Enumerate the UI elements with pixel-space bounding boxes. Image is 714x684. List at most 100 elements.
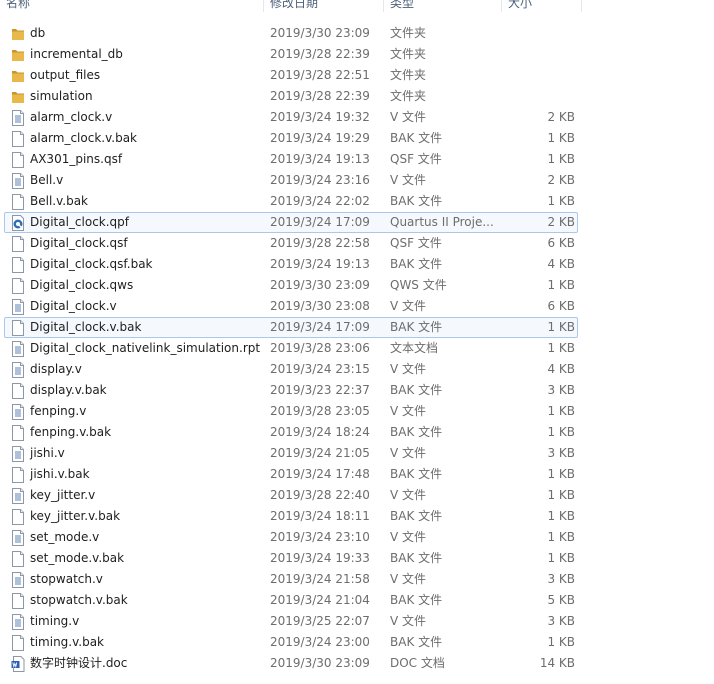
file-type: 文本文档 — [390, 341, 439, 355]
file-row[interactable]: alarm_clock.v 2019/3/24 19:32 V 文件 2 KB — [4, 107, 578, 128]
file-type: V 文件 — [390, 572, 427, 586]
file-size — [499, 66, 575, 85]
file-date-modified: 2019/3/28 22:39 — [270, 89, 370, 103]
text-file-icon — [11, 404, 25, 420]
column-header-date-modified[interactable]: 修改日期 — [264, 0, 384, 12]
blank-file-icon — [11, 194, 25, 210]
file-name: Bell.v — [30, 173, 64, 187]
file-row[interactable]: display.v 2019/3/24 23:15 V 文件 4 KB — [4, 359, 578, 380]
file-row[interactable]: db 2019/3/30 23:09 文件夹 — [4, 23, 578, 44]
file-row[interactable]: key_jitter.v 2019/3/28 22:40 V 文件 1 KB — [4, 485, 578, 506]
file-type: Quartus II Proje... — [390, 215, 494, 229]
file-row[interactable]: display.v.bak 2019/3/23 22:37 BAK 文件 3 KB — [4, 380, 578, 401]
file-size: 1 KB — [547, 152, 575, 166]
file-row[interactable]: jishi.v 2019/3/24 21:05 V 文件 3 KB — [4, 443, 578, 464]
file-size: 1 KB — [547, 320, 575, 334]
file-size: 6 KB — [547, 236, 575, 250]
blank-file-icon — [11, 131, 25, 147]
file-type: V 文件 — [390, 614, 427, 628]
file-name: key_jitter.v.bak — [30, 509, 121, 523]
file-row[interactable]: stopwatch.v.bak 2019/3/24 21:04 BAK 文件 5 KB — [4, 590, 578, 611]
file-type: 文件夹 — [390, 68, 427, 82]
file-size: 5 KB — [547, 593, 575, 607]
file-size: 14 KB — [539, 656, 575, 670]
folder-icon — [11, 26, 25, 42]
file-size: 3 KB — [547, 446, 575, 460]
file-name: Digital_clock.v.bak — [30, 320, 142, 334]
file-date-modified: 2019/3/24 18:11 — [270, 509, 370, 523]
file-row[interactable]: key_jitter.v.bak 2019/3/24 18:11 BAK 文件 1 K… — [4, 506, 578, 527]
file-row[interactable]: Digital_clock.v 2019/3/30 23:08 V 文件 6 KB — [4, 296, 578, 317]
file-row[interactable]: stopwatch.v 2019/3/24 21:58 V 文件 3 KB — [4, 569, 578, 590]
file-date-modified: 2019/3/24 17:09 — [270, 320, 370, 334]
file-size: 1 KB — [547, 341, 575, 355]
file-row[interactable]: Digital_clock.qsf.bak 2019/3/24 19:13 BAK … — [4, 254, 578, 275]
file-type: BAK 文件 — [390, 320, 443, 334]
file-type: BAK 文件 — [390, 257, 443, 271]
file-type: BAK 文件 — [390, 194, 443, 208]
file-row[interactable]: fenping.v 2019/3/28 23:05 V 文件 1 KB — [4, 401, 578, 422]
file-date-modified: 2019/3/23 22:37 — [270, 383, 370, 397]
file-type: V 文件 — [390, 488, 427, 502]
file-date-modified: 2019/3/24 19:13 — [270, 152, 370, 166]
file-name: stopwatch.v.bak — [30, 593, 128, 607]
file-row[interactable]: Digital_clock.qws 2019/3/30 23:09 QWS 文件 1 … — [4, 275, 578, 296]
column-header-name[interactable]: 名称 — [0, 0, 264, 12]
file-name: alarm_clock.v — [30, 110, 113, 124]
file-row[interactable]: Digital_clock.v.bak 2019/3/24 17:09 BAK 文件… — [4, 317, 578, 338]
file-row[interactable]: Digital_clock.qsf 2019/3/28 22:58 QSF 文件 6 … — [4, 233, 578, 254]
file-date-modified: 2019/3/25 22:07 — [270, 614, 370, 628]
file-size: 3 KB — [547, 383, 575, 397]
file-size: 2 KB — [547, 215, 575, 229]
file-type: QSF 文件 — [390, 152, 442, 166]
file-row[interactable]: alarm_clock.v.bak 2019/3/24 19:29 BAK 文件 1 … — [4, 128, 578, 149]
text-file-icon — [11, 488, 25, 504]
file-row[interactable]: set_mode.v.bak 2019/3/24 19:33 BAK 文件 1 KB — [4, 548, 578, 569]
text-file-icon — [11, 173, 25, 189]
quartus-project-icon — [11, 215, 25, 231]
file-type: BAK 文件 — [390, 509, 443, 523]
file-row[interactable]: timing.v 2019/3/25 22:07 V 文件 3 KB — [4, 611, 578, 632]
file-row[interactable]: Digital_clock_nativelink_simulation.rpt 2… — [4, 338, 578, 359]
blank-file-icon — [11, 635, 25, 651]
file-type: QSF 文件 — [390, 236, 442, 250]
file-date-modified: 2019/3/24 19:33 — [270, 551, 370, 565]
file-size: 1 KB — [547, 509, 575, 523]
file-date-modified: 2019/3/24 21:04 — [270, 593, 370, 607]
file-date-modified: 2019/3/28 23:06 — [270, 341, 370, 355]
file-name: set_mode.v.bak — [30, 551, 125, 565]
file-row[interactable]: Bell.v 2019/3/24 23:16 V 文件 2 KB — [4, 170, 578, 191]
file-name: set_mode.v — [30, 530, 100, 544]
file-date-modified: 2019/3/24 19:13 — [270, 257, 370, 271]
file-row[interactable]: jishi.v.bak 2019/3/24 17:48 BAK 文件 1 KB — [4, 464, 578, 485]
file-row[interactable]: Bell.v.bak 2019/3/24 22:02 BAK 文件 1 KB — [4, 191, 578, 212]
file-type: BAK 文件 — [390, 131, 443, 145]
file-row[interactable]: Digital_clock.qpf 2019/3/24 17:09 Quartus … — [4, 212, 578, 233]
file-name: Digital_clock.v — [30, 299, 117, 313]
file-name: timing.v — [30, 614, 80, 628]
file-size: 2 KB — [547, 173, 575, 187]
file-name: jishi.v.bak — [30, 467, 90, 481]
file-date-modified: 2019/3/30 23:09 — [270, 278, 370, 292]
blank-file-icon — [11, 257, 25, 273]
blank-file-icon — [11, 593, 25, 609]
file-row[interactable]: output_files 2019/3/28 22:51 文件夹 — [4, 65, 578, 86]
file-type: BAK 文件 — [390, 467, 443, 481]
file-row[interactable]: incremental_db 2019/3/28 22:39 文件夹 — [4, 44, 578, 65]
file-type: DOC 文档 — [390, 656, 445, 670]
file-row[interactable]: AX301_pins.qsf 2019/3/24 19:13 QSF 文件 1 KB — [4, 149, 578, 170]
file-row[interactable]: timing.v.bak 2019/3/24 23:00 BAK 文件 1 KB — [4, 632, 578, 653]
file-date-modified: 2019/3/24 23:16 — [270, 173, 370, 187]
file-date-modified: 2019/3/30 23:08 — [270, 299, 370, 313]
file-row[interactable]: simulation 2019/3/28 22:39 文件夹 — [4, 86, 578, 107]
file-name: Digital_clock.qpf — [30, 215, 130, 229]
file-size: 1 KB — [547, 278, 575, 292]
column-header-type[interactable]: 类型 — [384, 0, 502, 12]
file-row[interactable]: 数字时钟设计.doc 2019/3/30 23:09 DOC 文档 14 KB — [4, 653, 578, 674]
file-row[interactable]: set_mode.v 2019/3/24 23:10 V 文件 1 KB — [4, 527, 578, 548]
file-date-modified: 2019/3/24 23:15 — [270, 362, 370, 376]
blank-file-icon — [11, 152, 25, 168]
file-row[interactable]: fenping.v.bak 2019/3/24 18:24 BAK 文件 1 KB — [4, 422, 578, 443]
column-header-size[interactable]: 大小 — [502, 0, 582, 12]
file-size — [499, 87, 575, 106]
